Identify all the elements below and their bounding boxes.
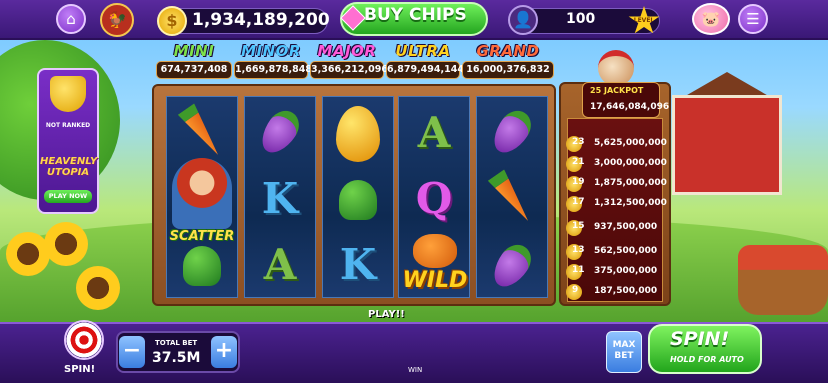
paytable-row: 13 562,500,000 [566,242,664,262]
jackpot-label: GRAND [476,42,540,60]
buy-chips-label: BUY CHIPS [364,5,467,25]
player-avatar[interactable]: 🐓 [100,3,134,37]
eggplant-symbol [480,236,544,296]
jackpot-value: 6,879,494,144 [386,61,464,79]
barn-decoration [672,95,782,195]
carrot-symbol [170,100,234,164]
jackpot-count: 25 [590,86,602,95]
jackpot-value: 1,669,878,848 [234,61,312,79]
rank-label: NOT RANKED [45,122,91,129]
jackpot-mini: MINI 674,737,408 [156,42,232,82]
broccoli-symbol [170,236,234,296]
rooster-icon [598,50,634,86]
home-icon[interactable]: ⌂ [56,4,86,34]
user-icon[interactable]: 👤 [508,5,538,35]
paytable-row: 11 375,000,000 [566,262,664,282]
paytable-row: 15 937,500,000 [566,218,664,238]
carrot-symbol [480,168,544,228]
paytable-row: 21 3,000,000,000 [566,154,667,174]
jackpot-label: MINI [173,42,215,60]
sunflower-decoration [76,266,120,310]
jackpot-value: 3,366,212,096 [310,61,388,79]
apple-basket-decoration [738,245,828,315]
pumpkin-wild-symbol: WILD [392,228,478,298]
side-jackpot-value: 17,646,084,096 [590,102,670,112]
farmer-scatter-symbol: SCATTER [166,158,238,244]
target-icon[interactable] [64,320,104,360]
paytable-row: 23 5,625,000,000 [566,134,667,154]
jackpot-grand: GRAND 16,000,376,832 [462,42,554,82]
max-bet-button[interactable]: MAX BET [606,331,642,373]
total-bet-value: 37.5M [152,350,201,366]
broccoli-symbol [326,170,390,230]
spin-button-sublabel: HOLD FOR AUTO [670,355,744,364]
sunflower-decoration [6,232,50,276]
trophy-icon [50,76,86,112]
level-value: 100 [566,11,596,27]
jackpot-value: 16,000,376,832 [462,61,554,79]
play-status-text: PLAY!! [368,309,405,320]
jackpot-label: ULTRA [395,42,451,60]
spin-target-label: SPIN! [64,364,96,375]
decrease-bet-button[interactable]: − [119,336,145,368]
coin-icon: $ [157,6,187,36]
menu-icon[interactable]: ☰ [738,4,768,34]
golden-egg-symbol [326,100,390,168]
letter-k-symbol: K [339,239,377,289]
paytable-row: 17 1,312,500,000 [566,194,667,214]
jackpot-value: 674,737,408 [156,61,232,79]
total-bet-label: TOTAL BET [155,339,198,347]
increase-bet-button[interactable]: + [211,336,237,368]
eggplant-symbol [480,102,544,162]
letter-q-symbol: Q [415,173,453,223]
jackpot-label: MINOR [241,42,301,60]
letter-a-symbol: A [263,239,297,289]
play-now-button[interactable]: PLAY NOW [44,190,92,203]
paytable-row: 9 187,500,000 [566,282,664,302]
sunflower-decoration [44,222,88,266]
jackpot-label: MAJOR [317,42,377,60]
jackpot-minor: MINOR 1,669,878,848 [234,42,312,82]
piggy-bank-icon[interactable]: 🐷 [692,3,730,35]
wild-label: WILD [402,267,468,293]
win-label: WIN [408,366,423,374]
letter-a-symbol: A [417,107,451,157]
letter-k-symbol: K [261,173,299,223]
eggplant-symbol [248,102,312,162]
jackpot-major: MAJOR 3,366,212,096 [310,42,388,82]
jackpot-ultra: ULTRA 6,879,494,144 [386,42,464,82]
coin-balance: 1,934,189,200 [192,10,330,30]
side-jackpot-label: JACKPOT [604,86,644,95]
paytable-row: 19 1,875,000,000 [566,174,667,194]
promo-game-title: HEAVENLY UTOPIA [40,156,98,178]
spin-button-label: SPIN! [670,328,730,350]
